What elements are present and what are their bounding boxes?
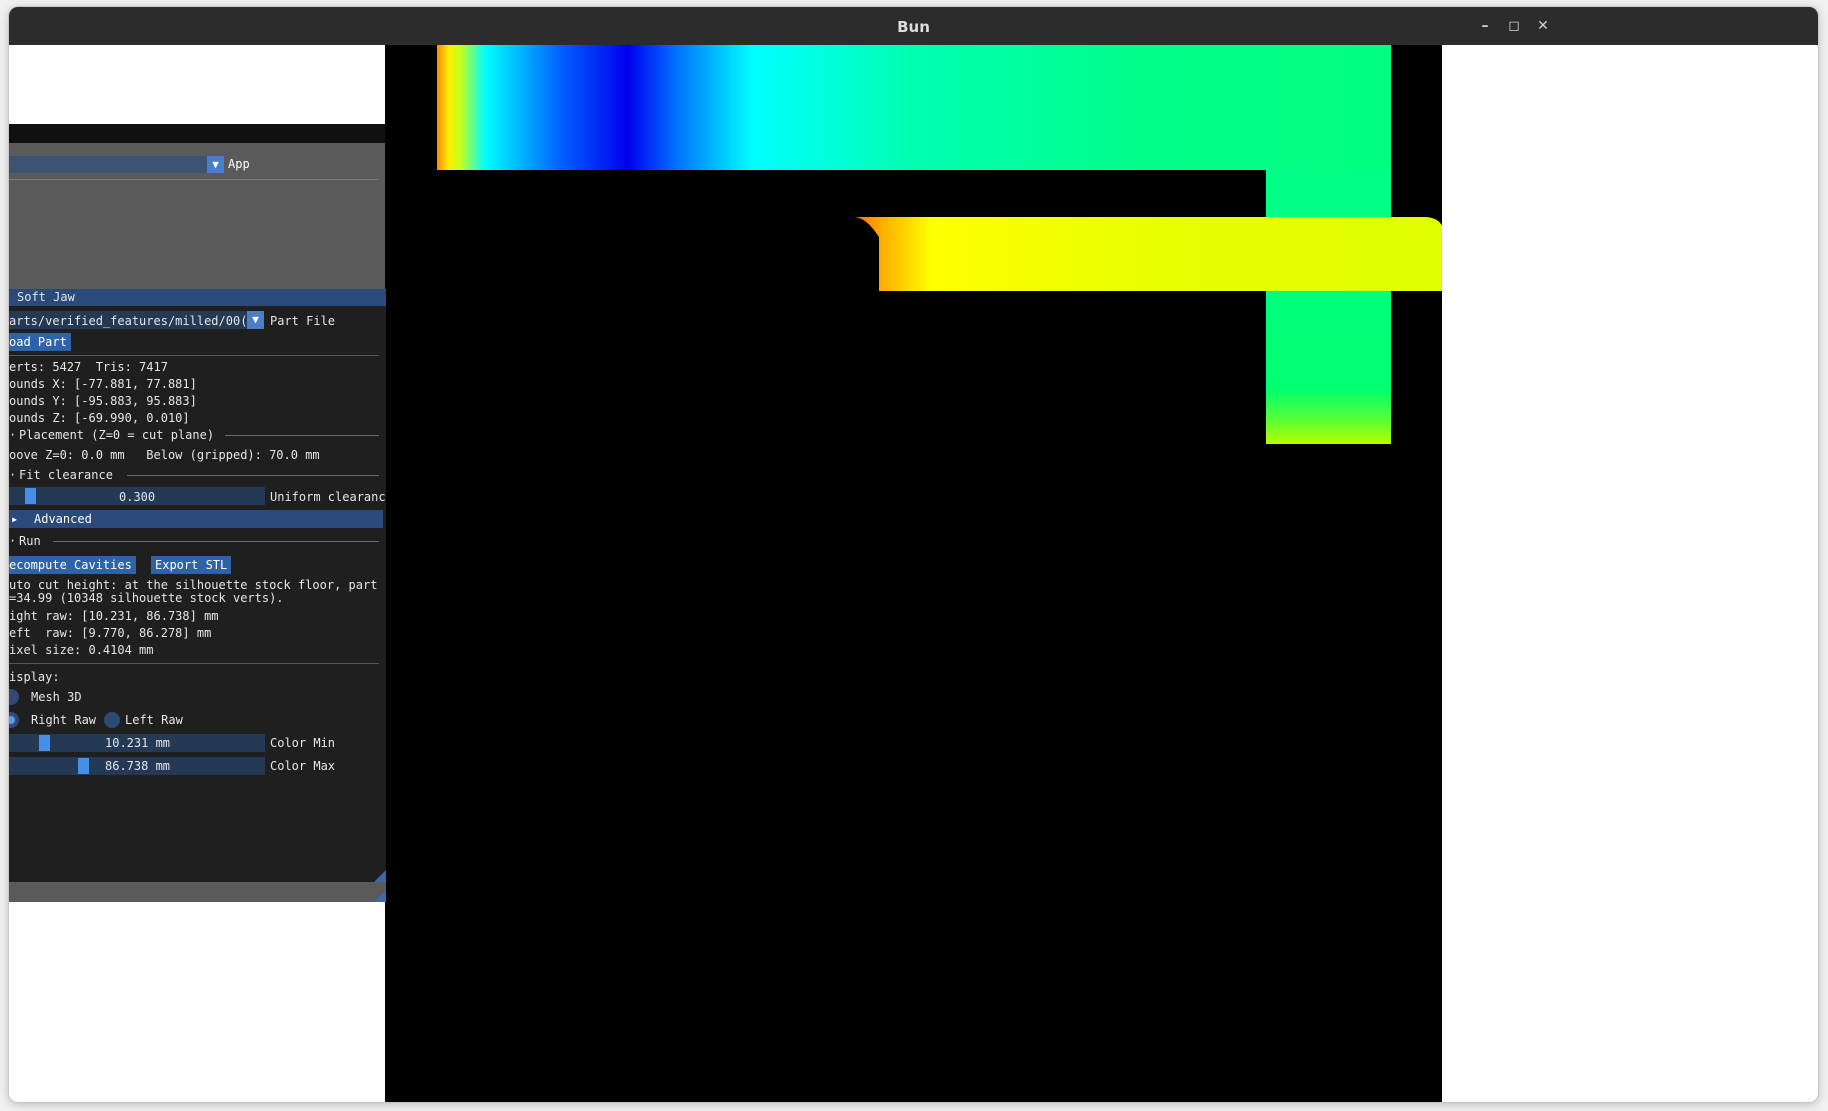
divider xyxy=(127,475,379,476)
app-label: App xyxy=(228,157,250,171)
color-max-label: Color Max xyxy=(270,759,336,773)
color-max-value: 86.738 mm xyxy=(105,759,171,773)
placement-header: Placement (Z=0 = cut plane) xyxy=(19,428,215,442)
chevron-down-icon[interactable]: ▼ xyxy=(207,156,224,173)
auto-cut-text-1: uto cut height: at the silhouette stock … xyxy=(9,578,378,592)
left-raw-text: eft raw: [9.770, 86.278] mm xyxy=(9,626,212,640)
blank-area xyxy=(9,45,385,124)
depth-map-image xyxy=(437,45,1445,444)
maximize-button[interactable]: ◻ xyxy=(1503,15,1525,37)
mesh-3d-radio[interactable] xyxy=(9,689,19,705)
right-raw-radio[interactable] xyxy=(9,712,19,728)
display-label: isplay: xyxy=(9,670,60,684)
bounds-x-text: ounds X: [-77.881, 77.881] xyxy=(9,377,197,391)
bounds-z-text: ounds Z: [-69.990, 0.010] xyxy=(9,411,190,425)
divider xyxy=(53,541,379,542)
right-raw-text: ight raw: [10.231, 86.738] mm xyxy=(9,609,219,623)
divider xyxy=(9,663,379,664)
resize-grip-icon[interactable] xyxy=(374,890,386,902)
expand-arrow-icon: ▸ xyxy=(11,512,19,526)
chevron-down-icon[interactable]: ▼ xyxy=(247,311,264,329)
clearance-slider-handle[interactable] xyxy=(25,488,36,504)
app-combo[interactable] xyxy=(9,156,222,173)
soft-jaw-title: Soft Jaw xyxy=(17,290,75,304)
mesh-3d-label: Mesh 3D xyxy=(31,690,82,704)
depth-map-viewport[interactable] xyxy=(385,45,1445,1102)
color-min-slider-handle[interactable] xyxy=(39,735,50,751)
color-min-label: Color Min xyxy=(270,736,336,750)
run-header: Run xyxy=(19,534,41,548)
divider xyxy=(9,355,379,356)
load-part-button[interactable]: oad Part xyxy=(9,333,71,351)
verts-tris-text: erts: 5427 Tris: 7417 xyxy=(9,360,168,374)
pixel-size-text: ixel size: 0.4104 mm xyxy=(9,643,154,657)
left-raw-radio-label: Left Raw xyxy=(125,713,183,727)
placement-text: oove Z=0: 0.0 mm Below (gripped): 70.0 m… xyxy=(9,448,320,462)
export-stl-button[interactable]: Export STL xyxy=(151,556,232,574)
left-raw-radio[interactable] xyxy=(104,712,120,728)
clearance-value: 0.300 xyxy=(119,490,156,504)
right-raw-radio-label: Right Raw xyxy=(31,713,97,727)
color-min-value: 10.231 mm xyxy=(105,736,171,750)
collapsed-panel-bar xyxy=(9,882,386,902)
divider xyxy=(225,435,379,436)
minimize-button[interactable]: – xyxy=(1474,15,1496,37)
client-area: ▼ App Soft Jaw arts/verified_features/mi… xyxy=(9,45,1818,1102)
color-max-slider-handle[interactable] xyxy=(78,758,89,774)
app-panel: ▼ App xyxy=(9,143,385,289)
bounds-y-text: ounds Y: [-95.883, 95.883] xyxy=(9,394,197,408)
auto-cut-text-2: =34.99 (10348 silhouette stock verts). xyxy=(9,591,284,605)
panel-separator-bar xyxy=(9,124,385,143)
resize-grip-icon[interactable] xyxy=(374,870,386,882)
close-button[interactable]: ✕ xyxy=(1532,15,1554,37)
collapse-arrow-icon[interactable]: · xyxy=(9,428,16,442)
fit-clearance-header: Fit clearance xyxy=(19,468,113,482)
soft-jaw-panel: Soft Jaw arts/verified_features/milled/0… xyxy=(9,289,386,882)
recompute-cavities-button[interactable]: ecompute Cavities xyxy=(9,556,136,574)
clearance-label: Uniform clearance xyxy=(270,490,386,504)
app-window: Bun – ◻ ✕ ▼ App Soft Jaw arts/verified_f… xyxy=(9,7,1818,1102)
advanced-label: Advanced xyxy=(34,512,92,526)
soft-jaw-header[interactable]: Soft Jaw xyxy=(9,289,386,306)
part-file-label: Part File xyxy=(270,314,336,328)
collapse-arrow-icon[interactable]: · xyxy=(9,468,16,482)
title-bar[interactable]: Bun – ◻ ✕ xyxy=(9,7,1818,45)
part-file-value: arts/verified_features/milled/00( xyxy=(9,314,248,328)
divider xyxy=(9,179,379,180)
collapse-arrow-icon[interactable]: · xyxy=(9,534,16,548)
